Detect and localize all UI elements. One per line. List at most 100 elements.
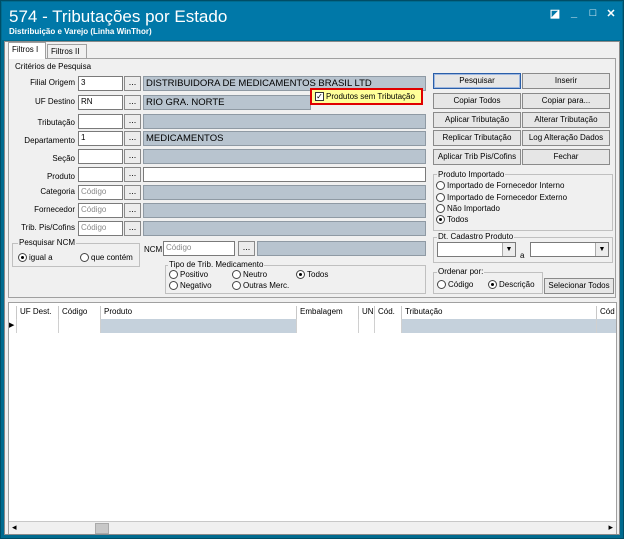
scroll-thumb[interactable] — [95, 523, 109, 534]
copiar-para-button[interactable]: Copiar para... — [522, 93, 610, 109]
trib-negativo-radio[interactable]: Negativo — [169, 281, 212, 290]
tributacao-lookup-button[interactable]: ... — [124, 114, 141, 129]
ordenar-codigo-radio[interactable]: Código — [437, 280, 473, 289]
tab-filtros-ii[interactable]: Filtros II — [47, 44, 87, 59]
importado-todos-radio[interactable]: Todos — [436, 215, 468, 224]
col-cod-extra[interactable]: Cód — [597, 306, 616, 319]
secao-lookup-button[interactable]: ... — [124, 149, 141, 164]
dt-cadastro-a-label: a — [520, 251, 525, 260]
col-tributacao[interactable]: Tributação — [402, 306, 597, 319]
close-button[interactable]: ✕ — [603, 7, 619, 20]
trib-todos-radio[interactable]: Todos — [296, 270, 328, 279]
copiar-todos-button[interactable]: Copiar Todos — [433, 93, 521, 109]
aplicar-tributacao-button[interactable]: Aplicar Tributação — [433, 112, 521, 128]
trib-neutro-radio[interactable]: Neutro — [232, 270, 267, 279]
ncm-input[interactable]: Código — [163, 241, 235, 256]
fechar-button[interactable]: Fechar — [522, 149, 610, 165]
categoria-lookup-button[interactable]: ... — [124, 185, 141, 200]
trib-medicamento-legend: Tipo de Trib. Medicamento — [168, 260, 265, 269]
trib-outras-radio[interactable]: Outras Merc. — [232, 281, 289, 290]
cell-embalagem[interactable] — [297, 319, 359, 333]
results-grid[interactable]: UF Dest. Código Produto Embalagem UN Cód… — [8, 302, 617, 534]
col-un[interactable]: UN — [359, 306, 375, 319]
col-codigo[interactable]: Código — [59, 306, 101, 319]
cell-produto[interactable] — [101, 319, 297, 333]
radio-empty-icon — [436, 204, 445, 213]
departamento-lookup-button[interactable]: ... — [124, 131, 141, 146]
radio-selected-icon — [436, 215, 445, 224]
secao-input[interactable] — [78, 149, 123, 164]
filial-label: Filial Origem — [30, 78, 75, 87]
horizontal-scrollbar[interactable]: ◂ ▸ — [9, 521, 616, 534]
dt-cadastro-start-select[interactable]: ▼ — [437, 242, 516, 257]
pesquisar-button[interactable]: Pesquisar — [433, 73, 521, 89]
trib-outras-label: Outras Merc. — [243, 281, 290, 290]
title-bar[interactable]: 574 - Tributações por Estado Distribuiçã… — [2, 2, 622, 40]
window-body: Filtros I Filtros II Critérios de Pesqui… — [4, 41, 620, 535]
alterar-tributacao-button[interactable]: Alterar Tributação — [522, 112, 610, 128]
radio-empty-icon — [80, 253, 89, 262]
categoria-input[interactable]: Código — [78, 185, 123, 200]
filial-lookup-button[interactable]: ... — [124, 76, 141, 91]
produto-lookup-button[interactable]: ... — [124, 167, 141, 182]
col-cod-trib[interactable]: Cód. — [375, 306, 402, 319]
uf-input[interactable]: RN — [78, 95, 123, 110]
dt-cadastro-end-select[interactable]: ▼ — [530, 242, 609, 257]
log-alteracao-button[interactable]: Log Alteração Dados — [522, 130, 610, 146]
trib-pis-lookup-button[interactable]: ... — [124, 221, 141, 236]
ncm-igual-radio[interactable]: igual a — [18, 253, 53, 262]
cell-codigo[interactable] — [59, 319, 101, 333]
produto-input[interactable] — [78, 167, 123, 182]
col-uf-dest[interactable]: UF Dest. — [17, 306, 59, 319]
importado-interno-radio[interactable]: Importado de Fornecedor Interno — [436, 181, 564, 190]
aplicar-pis-cofins-button[interactable]: Aplicar Trib Pis/Cofins — [433, 149, 521, 165]
importado-externo-label: Importado de Fornecedor Externo — [447, 193, 568, 202]
categoria-label: Categoria — [40, 187, 75, 196]
minimize-button[interactable]: _ — [566, 7, 582, 19]
cell-cod-extra[interactable] — [597, 319, 616, 333]
nao-importado-radio[interactable]: Não Importado — [436, 204, 500, 213]
restore-icon[interactable]: ◪ — [547, 7, 563, 20]
departamento-input[interactable]: 1 — [78, 131, 123, 146]
replicar-tributacao-button[interactable]: Replicar Tributação — [433, 130, 521, 146]
secao-description — [143, 149, 426, 164]
radio-empty-icon — [436, 193, 445, 202]
filial-input[interactable]: 3 — [78, 76, 123, 91]
radio-empty-icon — [437, 280, 446, 289]
col-embalagem[interactable]: Embalagem — [297, 306, 359, 319]
cell-cod-trib[interactable] — [375, 319, 402, 333]
fornecedor-input[interactable]: Código — [78, 203, 123, 218]
importado-externo-radio[interactable]: Importado de Fornecedor Externo — [436, 193, 567, 202]
maximize-button[interactable]: □ — [585, 7, 601, 19]
col-produto[interactable]: Produto — [101, 306, 297, 319]
scroll-right-icon[interactable]: ▸ — [608, 522, 613, 533]
ordenar-descricao-radio[interactable]: Descrição — [488, 280, 535, 289]
tab-filtros-i[interactable]: Filtros I — [8, 42, 46, 59]
scroll-left-icon[interactable]: ◂ — [12, 522, 17, 533]
produtos-sem-tributacao-label: Produtos sem Tributação — [326, 92, 415, 101]
trib-positivo-radio[interactable]: Positivo — [169, 270, 208, 279]
tributacao-input[interactable] — [78, 114, 123, 129]
selecionar-todos-button[interactable]: Selecionar Todos — [544, 278, 614, 294]
fornecedor-label: Fornecedor — [34, 205, 75, 214]
inserir-button[interactable]: Inserir — [522, 73, 610, 89]
cell-un[interactable] — [359, 319, 375, 333]
trib-pis-input[interactable]: Código — [78, 221, 123, 236]
ncm-contem-radio[interactable]: que contém — [80, 253, 133, 262]
window-subtitle: Distribuição e Varejo (Linha WinThor) — [9, 27, 152, 36]
radio-empty-icon — [169, 270, 178, 279]
produtos-sem-tributacao-checkbox[interactable]: ✓ Produtos sem Tributação — [310, 88, 423, 105]
cell-tributacao[interactable] — [402, 319, 597, 333]
produto-label: Produto — [46, 172, 75, 181]
cell-uf-dest[interactable] — [17, 319, 59, 333]
fornecedor-lookup-button[interactable]: ... — [124, 203, 141, 218]
ncm-label: NCM — [144, 245, 163, 254]
ncm-lookup-button[interactable]: ... — [238, 241, 255, 256]
grid-corner-cell — [9, 306, 17, 319]
uf-lookup-button[interactable]: ... — [124, 95, 141, 110]
secao-label: Seção — [52, 154, 75, 163]
uf-description: RIO GRA. NORTE — [143, 95, 311, 110]
ncm-search-legend: Pesquisar NCM — [18, 238, 77, 247]
checkmark-icon: ✓ — [315, 92, 324, 101]
table-row[interactable]: ▶ — [9, 319, 616, 333]
